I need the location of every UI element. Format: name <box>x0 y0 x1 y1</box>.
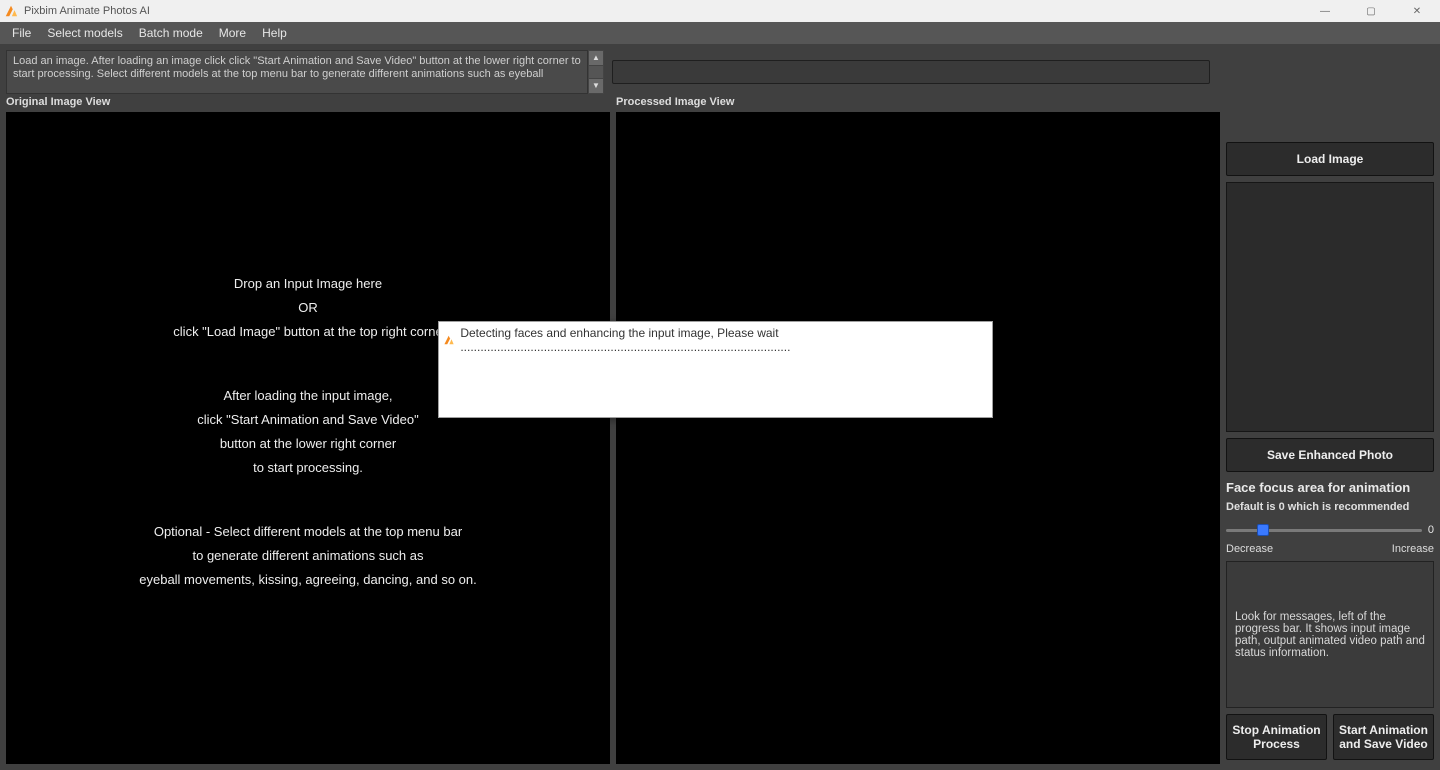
stop-animation-button[interactable]: Stop Animation Process <box>1226 714 1327 760</box>
menu-batch-mode[interactable]: Batch mode <box>131 23 211 43</box>
message-text: Look for messages, left of the progress … <box>1235 611 1425 659</box>
slider-decrease-label: Decrease <box>1226 543 1273 555</box>
scroll-down-button[interactable]: ▼ <box>588 78 604 94</box>
processed-view-label: Processed Image View <box>616 94 1220 112</box>
app-logo-icon <box>4 4 18 18</box>
load-image-button[interactable]: Load Image <box>1226 142 1434 176</box>
scroll-up-button[interactable]: ▲ <box>588 50 604 66</box>
focus-section-subtitle: Default is 0 which is recommended <box>1226 501 1434 513</box>
slider-value: 0 <box>1428 524 1434 536</box>
placeholder-line: to start processing. <box>6 456 610 480</box>
instruction-scrollbar[interactable]: ▲ ▼ <box>588 50 604 94</box>
menu-more[interactable]: More <box>211 23 254 43</box>
title-bar: Pixbim Animate Photos AI — ▢ ✕ <box>0 0 1440 22</box>
start-animation-button[interactable]: Start Animation and Save Video <box>1333 714 1434 760</box>
placeholder-line: Drop an Input Image here <box>6 272 610 296</box>
status-input[interactable] <box>612 60 1210 84</box>
message-area: Look for messages, left of the progress … <box>1226 561 1434 708</box>
menu-file[interactable]: File <box>4 23 39 43</box>
original-view-label: Original Image View <box>6 94 610 112</box>
window-controls: — ▢ ✕ <box>1302 0 1440 22</box>
menu-select-models[interactable]: Select models <box>39 23 130 43</box>
placeholder-line: Optional - Select different models at th… <box>6 520 610 544</box>
thumbnail-preview <box>1226 182 1434 432</box>
progress-dialog: Detecting faces and enhancing the input … <box>438 321 993 418</box>
minimize-button[interactable]: — <box>1302 0 1348 22</box>
original-image-viewport[interactable]: Drop an Input Image here OR click "Load … <box>6 112 610 764</box>
menu-help[interactable]: Help <box>254 23 295 43</box>
close-button[interactable]: ✕ <box>1394 0 1440 22</box>
placeholder-line: eyeball movements, kissing, agreeing, da… <box>6 568 610 592</box>
drop-instructions: Drop an Input Image here OR click "Load … <box>6 272 610 592</box>
slider-increase-label: Increase <box>1392 543 1434 555</box>
instruction-textarea[interactable]: Load an image. After loading an image cl… <box>6 50 588 94</box>
menu-bar: File Select models Batch mode More Help <box>0 22 1440 44</box>
focus-section-title: Face focus area for animation <box>1226 480 1434 495</box>
slider-thumb[interactable] <box>1257 524 1269 536</box>
processed-image-viewport[interactable] <box>616 112 1220 764</box>
placeholder-line: button at the lower right corner <box>6 432 610 456</box>
right-sidebar: Load Image Save Enhanced Photo Face focu… <box>1224 142 1440 766</box>
scroll-track[interactable] <box>588 66 604 78</box>
focus-slider[interactable] <box>1226 523 1422 537</box>
placeholder-line: OR <box>6 296 610 320</box>
dialog-message: Detecting faces and enhancing the input … <box>460 326 988 354</box>
maximize-button[interactable]: ▢ <box>1348 0 1394 22</box>
save-enhanced-photo-button[interactable]: Save Enhanced Photo <box>1226 438 1434 472</box>
dialog-logo-icon <box>443 333 454 347</box>
app-title: Pixbim Animate Photos AI <box>24 5 150 17</box>
placeholder-line: to generate different animations such as <box>6 544 610 568</box>
